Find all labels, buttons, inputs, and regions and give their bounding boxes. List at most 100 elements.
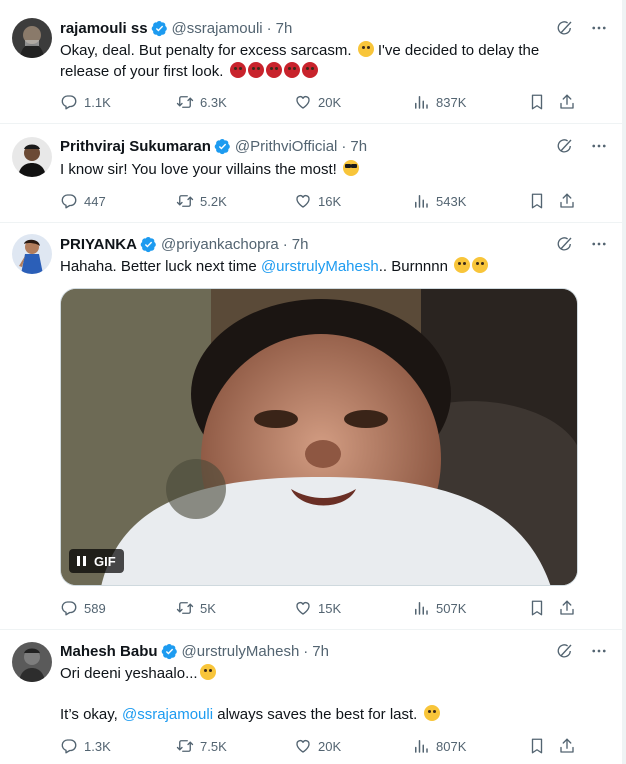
display-name[interactable]: Prithviraj Sukumaran <box>60 138 211 155</box>
grok-icon[interactable] <box>556 235 574 253</box>
more-icon[interactable] <box>590 137 608 155</box>
views-icon <box>412 192 430 210</box>
retweet-button[interactable]: 6.3K <box>176 93 227 111</box>
tweet-prithviraj[interactable]: Prithviraj Sukumaran @PrithviOfficial · … <box>0 124 622 223</box>
reply-button[interactable]: 1.3K <box>60 737 111 755</box>
bookmark-button[interactable] <box>528 192 546 210</box>
handle[interactable]: @urstrulyMahesh <box>182 643 300 660</box>
retweet-count: 6.3K <box>200 94 227 110</box>
timestamp[interactable]: 7h <box>350 138 367 155</box>
bookmark-icon <box>528 192 546 210</box>
more-icon[interactable] <box>590 19 608 37</box>
display-name[interactable]: PRIYANKA <box>60 236 137 253</box>
reply-count: 1.3K <box>84 738 111 754</box>
bookmark-button[interactable] <box>528 93 546 111</box>
tweet-mahesh[interactable]: Mahesh Babu @urstrulyMahesh · 7h Ori dee… <box>0 630 622 764</box>
pause-icon[interactable] <box>77 556 86 566</box>
verified-badge-icon <box>161 643 178 660</box>
tweet-priyanka[interactable]: PRIYANKA @priyankachopra · 7h Hahaha. Be… <box>0 223 622 630</box>
share-button[interactable] <box>558 599 576 617</box>
reply-button[interactable]: 1.1K <box>60 93 111 111</box>
timestamp[interactable]: 7h <box>312 643 329 660</box>
like-icon <box>294 192 312 210</box>
angry-face-emoji-icon <box>301 62 318 78</box>
gif-media[interactable]: GIF <box>60 288 578 586</box>
grok-icon[interactable] <box>556 642 574 660</box>
tweet-text-part: Okay, deal. But penalty for excess sarca… <box>60 42 352 59</box>
angry-face-emoji-icon <box>283 62 300 78</box>
tweet-actions: 1.1K 6.3K 20K 837K <box>60 92 578 112</box>
mention-link[interactable]: @ssrajamouli <box>122 706 213 723</box>
avatar[interactable] <box>12 137 52 177</box>
timestamp[interactable]: 7h <box>292 236 309 253</box>
verified-badge-icon <box>151 20 168 37</box>
tweet-header: Prithviraj Sukumaran @PrithviOfficial · … <box>60 136 570 156</box>
retweet-icon <box>176 93 194 111</box>
smiling-face-emoji-icon <box>423 705 440 721</box>
like-button[interactable]: 20K <box>294 737 341 755</box>
retweet-button[interactable]: 5.2K <box>176 192 227 210</box>
separator: · <box>282 235 288 253</box>
like-button[interactable]: 16K <box>294 192 341 210</box>
handle[interactable]: @PrithviOfficial <box>235 138 337 155</box>
tweet-actions: 447 5.2K 16K 543K <box>60 191 578 211</box>
timeline-border <box>622 0 626 764</box>
tweet-rajamouli[interactable]: rajamouli ss @ssrajamouli · 7h Okay, dea… <box>0 0 622 124</box>
retweet-button[interactable]: 7.5K <box>176 737 227 755</box>
more-icon[interactable] <box>590 642 608 660</box>
views-button[interactable]: 837K <box>412 93 466 111</box>
retweet-count: 7.5K <box>200 738 227 754</box>
tweet-header: rajamouli ss @ssrajamouli · 7h <box>60 18 570 38</box>
more-icon[interactable] <box>590 235 608 253</box>
avatar[interactable] <box>12 642 52 682</box>
display-name[interactable]: rajamouli ss <box>60 20 148 37</box>
share-button[interactable] <box>558 737 576 755</box>
like-button[interactable]: 15K <box>294 599 341 617</box>
tweet-text-part: I know sir! You love your villains the m… <box>60 161 337 178</box>
separator: · <box>341 137 347 155</box>
tweet-text: Okay, deal. But penalty for excess sarca… <box>60 40 582 82</box>
share-button[interactable] <box>558 93 576 111</box>
angry-face-emoji-icon <box>247 62 264 78</box>
share-icon <box>558 737 576 755</box>
like-count: 16K <box>318 193 342 209</box>
bookmark-icon <box>528 737 546 755</box>
handle[interactable]: @priyankachopra <box>161 236 279 253</box>
gif-image <box>61 289 577 585</box>
mention-link[interactable]: @urstrulyMahesh <box>261 258 379 275</box>
handle[interactable]: @ssrajamouli <box>172 20 263 37</box>
grok-icon[interactable] <box>556 19 574 37</box>
retweet-icon <box>176 599 194 617</box>
grok-icon[interactable] <box>556 137 574 155</box>
bookmark-button[interactable] <box>528 599 546 617</box>
share-icon <box>558 93 576 111</box>
verified-badge-icon <box>140 236 157 253</box>
view-count: 507K <box>436 600 467 616</box>
reply-count: 589 <box>84 600 106 616</box>
gif-badge[interactable]: GIF <box>69 549 124 573</box>
like-button[interactable]: 20K <box>294 93 341 111</box>
view-count: 807K <box>436 738 467 754</box>
reply-button[interactable]: 447 <box>60 192 106 210</box>
avatar[interactable] <box>12 18 52 58</box>
display-name[interactable]: Mahesh Babu <box>60 643 158 660</box>
gif-label: GIF <box>94 553 116 569</box>
verified-badge-icon <box>214 138 231 155</box>
views-button[interactable]: 507K <box>412 599 466 617</box>
share-button[interactable] <box>558 192 576 210</box>
views-button[interactable]: 543K <box>412 192 466 210</box>
separator: · <box>303 642 309 660</box>
thinking-face-emoji-icon <box>357 41 374 57</box>
bookmark-button[interactable] <box>528 737 546 755</box>
retweet-count: 5K <box>200 600 216 616</box>
views-icon <box>412 93 430 111</box>
angry-face-emoji-icon <box>265 62 282 78</box>
avatar[interactable] <box>12 234 52 274</box>
tweet-header: PRIYANKA @priyankachopra · 7h <box>60 234 570 254</box>
retweet-button[interactable]: 5K <box>176 599 216 617</box>
reply-button[interactable]: 589 <box>60 599 106 617</box>
tweet-text: Ori deeni yeshaalo... <box>60 663 582 684</box>
reply-icon <box>60 192 78 210</box>
views-button[interactable]: 807K <box>412 737 466 755</box>
timestamp[interactable]: 7h <box>276 20 293 37</box>
